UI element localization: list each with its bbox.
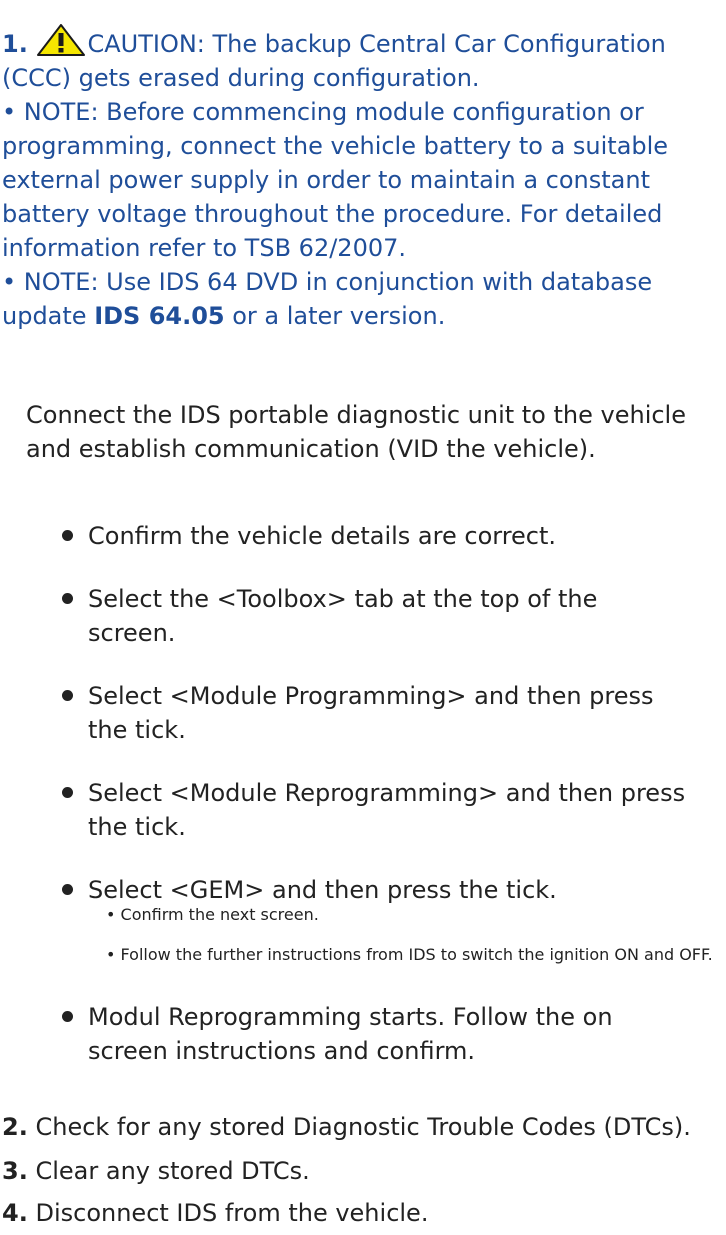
step-2-number: 2.: [2, 1113, 28, 1141]
step-4-text: Disconnect IDS from the vehicle.: [35, 1199, 429, 1227]
step-1-notes: 1. CAUTION: The backup Central Car Confi…: [2, 24, 717, 333]
step-2-text: Check for any stored Diagnostic Trouble …: [35, 1113, 691, 1141]
step-4: 4. Disconnect IDS from the vehicle.: [2, 1196, 702, 1230]
step-3: 3. Clear any stored DTCs.: [2, 1154, 702, 1188]
bullet-confirm-details: Confirm the vehicle details are correct.: [88, 522, 557, 550]
step-4-number: 4.: [2, 1199, 28, 1227]
bullet-marker: [62, 593, 73, 604]
step-1-number: 1.: [2, 30, 28, 58]
note-external-power: • NOTE: Before commencing module configu…: [2, 98, 669, 262]
bullet-reprogramming-starts: Modul Reprogramming starts. Follow the o…: [88, 1003, 613, 1065]
note-ids-version-suffix: or a later version.: [224, 302, 446, 330]
bullet-module-reprogramming: Select <Module Reprogramming> and then p…: [88, 779, 686, 841]
bullet-select-gem: Select <GEM> and then press the tick.: [88, 876, 557, 904]
warning-triangle-icon: [37, 24, 86, 56]
bullet-select-toolbox: Select the <Toolbox> tab at the top of t…: [88, 585, 598, 647]
bullet-module-programming: Select <Module Programming> and then pre…: [88, 682, 654, 744]
sub-bullet-confirm-screen: • Confirm the next screen.: [106, 905, 319, 924]
bullet-marker: [62, 884, 73, 895]
step-2: 2. Check for any stored Diagnostic Troub…: [2, 1110, 702, 1144]
step-3-text: Clear any stored DTCs.: [35, 1157, 310, 1185]
step-3-number: 3.: [2, 1157, 28, 1185]
bullet-marker: [62, 530, 73, 541]
caution-text: CAUTION: The backup Central Car Configur…: [2, 30, 666, 92]
bullet-marker: [62, 1011, 73, 1022]
ids-version-highlight: IDS 64.05: [94, 302, 225, 330]
bullet-marker: [62, 787, 73, 798]
sub-bullet-ignition: • Follow the further instructions from I…: [106, 945, 713, 964]
note-ids-version: • NOTE: Use IDS 64 DVD in conjunction wi…: [2, 265, 717, 333]
procedure-page: 1. CAUTION: The backup Central Car Confi…: [0, 0, 726, 1235]
connect-ids-instruction: Connect the IDS portable diagnostic unit…: [26, 401, 686, 463]
bullet-marker: [62, 690, 73, 701]
